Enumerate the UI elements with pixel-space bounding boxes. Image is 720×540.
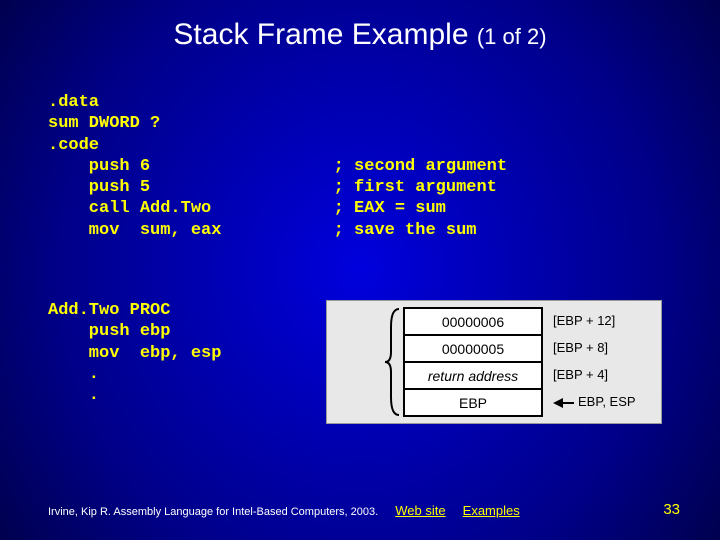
- stack-label: [EBP + 12]: [549, 307, 636, 334]
- footer: Irvine, Kip R. Assembly Language for Int…: [48, 503, 680, 518]
- table-row: EBP: [404, 389, 542, 416]
- slide-title: Stack Frame Example (1 of 2): [0, 0, 720, 52]
- title-sub: (1 of 2): [477, 24, 547, 49]
- stack-cell: 00000005: [404, 335, 542, 362]
- examples-link[interactable]: Examples: [463, 503, 520, 518]
- stack-label: [EBP + 4]: [549, 361, 636, 388]
- stack-cell: 00000006: [404, 308, 542, 335]
- code-block-1: .data sum DWORD ? .code push 6 ; second …: [48, 92, 507, 241]
- page-number: 33: [663, 501, 680, 518]
- stack-diagram: 00000006 00000005 return address EBP [EB…: [326, 300, 662, 424]
- stack-table: 00000006 00000005 return address EBP: [403, 307, 543, 417]
- stack-labels: [EBP + 12] [EBP + 8] [EBP + 4] EBP, ESP: [549, 307, 636, 415]
- brace-icon: [385, 307, 401, 417]
- arrow-tail-icon: [562, 402, 574, 404]
- table-row: 00000006: [404, 308, 542, 335]
- table-row: return address: [404, 362, 542, 389]
- stack-label-text: EBP, ESP: [578, 394, 636, 409]
- code-block-2: Add.Two PROC push ebp mov ebp, esp . .: [48, 300, 221, 406]
- stack-cell: EBP: [404, 389, 542, 416]
- stack-label: [EBP + 8]: [549, 334, 636, 361]
- table-row: 00000005: [404, 335, 542, 362]
- title-main: Stack Frame Example: [173, 18, 468, 51]
- web-site-link[interactable]: Web site: [395, 503, 445, 518]
- stack-cell: return address: [404, 362, 542, 389]
- stack-label: EBP, ESP: [549, 388, 636, 415]
- footer-cite: Irvine, Kip R. Assembly Language for Int…: [48, 506, 378, 518]
